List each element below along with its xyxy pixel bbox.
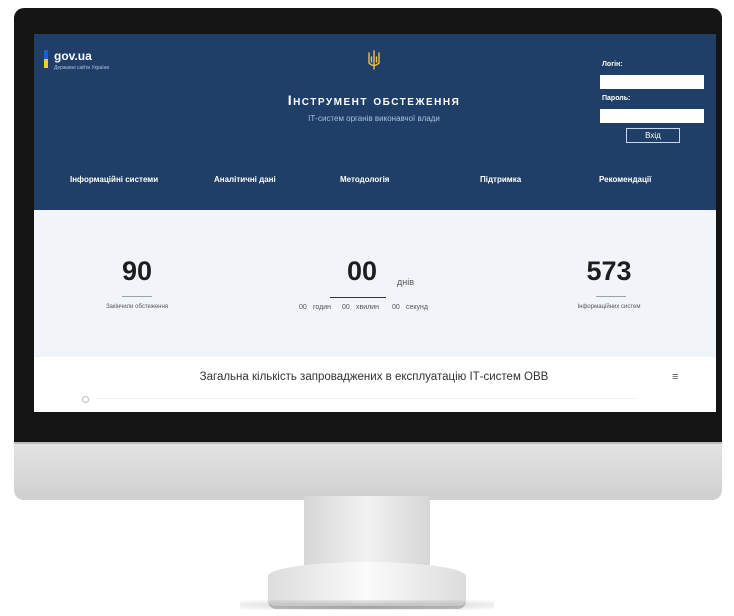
countdown-days: 00 (346, 256, 378, 286)
gov-ua-subtitle: Державні сайти України (54, 65, 110, 71)
nav-item-recommendations[interactable]: Рекомендації (599, 175, 651, 184)
login-button[interactable]: Вхід (626, 128, 680, 143)
screen: gov.ua Державні сайти України Інструмент… (34, 34, 716, 412)
completed-count: 90 (121, 256, 153, 286)
password-input[interactable] (600, 109, 704, 123)
flag-logo-icon (44, 50, 48, 68)
countdown-divider (330, 297, 386, 298)
monitor-chin (14, 442, 722, 500)
hamburger-menu-icon[interactable]: ≡ (672, 371, 678, 383)
systems-label: Інформаційних систем (577, 304, 641, 310)
login-label: Логін: (602, 61, 623, 68)
monitor-shadow (240, 600, 494, 610)
trident-icon (368, 50, 380, 70)
nav-item-methodology[interactable]: Методологія (340, 175, 389, 184)
site-subtitle: ІТ-систем органів виконавчої влади (308, 114, 440, 123)
nav-item-information-systems[interactable]: Інформаційні системи (70, 175, 158, 184)
nav-item-support[interactable]: Підтримка (480, 175, 521, 184)
countdown-hours: 00 (299, 304, 307, 311)
countdown-seconds-label: секунд (406, 304, 428, 311)
chart-panel-title: Загальна кількість запроваджених в експл… (199, 371, 549, 383)
gov-ua-logo[interactable]: gov.ua (54, 49, 92, 63)
systems-divider (596, 296, 626, 297)
nav-item-analytics[interactable]: Аналітичні дані (214, 175, 276, 184)
completed-label: Закінчили обстеження (105, 304, 169, 310)
monitor-stand-neck (304, 496, 430, 566)
countdown-hours-label: годин (313, 304, 331, 311)
chart-axis-line (96, 398, 636, 399)
countdown-seconds: 00 (392, 304, 400, 311)
site-header: gov.ua Державні сайти України Інструмент… (34, 34, 716, 210)
countdown-minutes-label: хвилин (356, 304, 379, 311)
chart-panel: Загальна кількість запроваджених в експл… (34, 357, 716, 412)
systems-count: 573 (586, 256, 632, 286)
completed-divider (122, 296, 152, 297)
site-title: Інструмент обстеження (287, 92, 461, 108)
countdown-days-label: днів (397, 277, 415, 287)
chart-point-icon (82, 396, 89, 403)
password-label: Пароль: (602, 95, 631, 102)
countdown-minutes: 00 (342, 304, 350, 311)
login-input[interactable] (600, 75, 704, 89)
